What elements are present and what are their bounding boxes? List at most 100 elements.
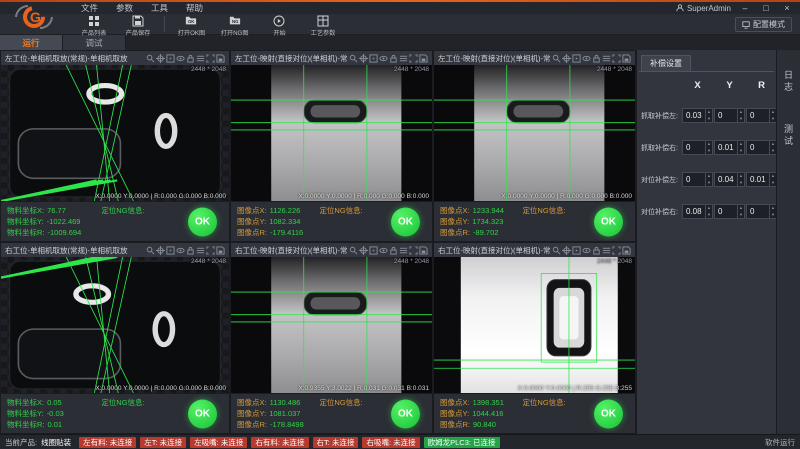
spinner-down-icon[interactable]: ▼ — [706, 148, 712, 155]
crosshair-icon[interactable] — [156, 246, 165, 255]
eye-icon[interactable] — [582, 54, 591, 63]
comp-input-row3-y[interactable]: 0▲▼ — [714, 204, 745, 219]
lock-icon[interactable] — [389, 246, 398, 255]
comp-input-row0-r[interactable]: 0▲▼ — [746, 108, 777, 123]
lock-icon[interactable] — [186, 54, 195, 63]
fit-icon[interactable] — [612, 246, 621, 255]
comp-input-row2-r[interactable]: 0.01▲▼ — [746, 172, 777, 187]
compensation-tab[interactable]: 补偿设置 — [641, 55, 691, 71]
spinner-value[interactable]: 0.01 — [747, 173, 769, 186]
spinner-down-icon[interactable]: ▼ — [738, 148, 744, 155]
save-icon[interactable] — [216, 54, 225, 63]
minimize-button[interactable]: – — [738, 3, 752, 14]
crosshair-icon[interactable] — [359, 246, 368, 255]
eye-icon[interactable] — [379, 54, 388, 63]
lock-icon[interactable] — [592, 54, 601, 63]
comp-input-row2-y[interactable]: 0.04▲▼ — [714, 172, 745, 187]
one-to-one-icon[interactable] — [369, 54, 378, 63]
spinner-down-icon[interactable]: ▼ — [706, 180, 712, 187]
list-icon[interactable] — [602, 54, 611, 63]
menu-item-2[interactable]: 工具 — [142, 2, 177, 14]
lock-icon[interactable] — [389, 54, 398, 63]
zoom-icon[interactable] — [146, 246, 155, 255]
save-icon[interactable] — [419, 246, 428, 255]
spinner-value[interactable]: 0.01 — [715, 141, 737, 154]
camera-image[interactable]: 2448 * 2048X:0.0000 Y:0.0000 | R:0.000 G… — [231, 65, 432, 201]
list-icon[interactable] — [196, 54, 205, 63]
spinner-down-icon[interactable]: ▼ — [706, 212, 712, 219]
menu-item-0[interactable]: 文件 — [72, 2, 107, 14]
spinner-value[interactable]: 0 — [747, 109, 769, 122]
side-tab-test[interactable]: 测试 — [782, 120, 795, 152]
comp-input-row2-x[interactable]: 0▲▼ — [682, 172, 713, 187]
save-icon[interactable] — [622, 246, 631, 255]
save-icon[interactable] — [622, 54, 631, 63]
comp-input-row0-y[interactable]: 0▲▼ — [714, 108, 745, 123]
comp-input-row3-r[interactable]: 0▲▼ — [746, 204, 777, 219]
crosshair-icon[interactable] — [156, 54, 165, 63]
crosshair-icon[interactable] — [359, 54, 368, 63]
crosshair-icon[interactable] — [562, 246, 571, 255]
one-to-one-icon[interactable] — [572, 246, 581, 255]
spinner-down-icon[interactable]: ▼ — [738, 212, 744, 219]
one-to-one-icon[interactable] — [572, 54, 581, 63]
toolbar-item-2[interactable]: OK打开OK图 — [169, 14, 213, 37]
toolbar-item-0[interactable]: 产品列表 — [72, 14, 116, 37]
zoom-icon[interactable] — [349, 246, 358, 255]
spinner-down-icon[interactable]: ▼ — [738, 116, 744, 123]
menu-item-1[interactable]: 参数 — [107, 2, 142, 14]
comp-input-row1-x[interactable]: 0▲▼ — [682, 140, 713, 155]
save-icon[interactable] — [216, 246, 225, 255]
eye-icon[interactable] — [176, 54, 185, 63]
eye-icon[interactable] — [379, 246, 388, 255]
list-icon[interactable] — [602, 246, 611, 255]
lock-icon[interactable] — [592, 246, 601, 255]
toolbar-item-3[interactable]: NG打开NG图 — [213, 14, 257, 37]
camera-image[interactable]: 2448 * 2048X:0.0000 Y:0.0000 | R:0.000 G… — [1, 65, 229, 201]
save-icon[interactable] — [419, 54, 428, 63]
spinner-value[interactable]: 0 — [683, 141, 705, 154]
lock-icon[interactable] — [186, 246, 195, 255]
comp-input-row3-x[interactable]: 0.08▲▼ — [682, 204, 713, 219]
tab-run[interactable]: 运行 — [0, 35, 63, 50]
spinner-value[interactable]: 0 — [747, 141, 769, 154]
zoom-icon[interactable] — [552, 54, 561, 63]
spinner-value[interactable]: 0 — [683, 173, 705, 186]
camera-image[interactable]: 2448 * 2048X:0.0000 Y:0.0000 | R:255 G:2… — [434, 257, 635, 393]
zoom-icon[interactable] — [349, 54, 358, 63]
maximize-button[interactable]: □ — [759, 3, 773, 14]
fit-icon[interactable] — [612, 54, 621, 63]
spinner-down-icon[interactable]: ▼ — [738, 180, 744, 187]
one-to-one-icon[interactable] — [166, 54, 175, 63]
spinner-value[interactable]: 0 — [715, 205, 737, 218]
toolbar-item-4[interactable]: 开始 — [257, 14, 301, 37]
fit-icon[interactable] — [409, 54, 418, 63]
list-icon[interactable] — [399, 246, 408, 255]
spinner-down-icon[interactable]: ▼ — [706, 116, 712, 123]
one-to-one-icon[interactable] — [369, 246, 378, 255]
fit-icon[interactable] — [409, 246, 418, 255]
menu-item-3[interactable]: 帮助 — [177, 2, 212, 14]
comp-input-row1-y[interactable]: 0.01▲▼ — [714, 140, 745, 155]
fit-icon[interactable] — [206, 54, 215, 63]
camera-image[interactable]: 2448 * 2048X:0.0000 Y:0.0000 | R:0.000 G… — [1, 257, 229, 393]
comp-input-row1-r[interactable]: 0▲▼ — [746, 140, 777, 155]
zoom-icon[interactable] — [552, 246, 561, 255]
camera-image[interactable]: 2448 * 2048X:0.0000 Y:0.0000 | R:0.000 G… — [434, 65, 635, 201]
comp-input-row0-x[interactable]: 0.03▲▼ — [682, 108, 713, 123]
spinner-value[interactable]: 0.08 — [683, 205, 705, 218]
spinner-value[interactable]: 0.04 — [715, 173, 737, 186]
toolbar-item-1[interactable]: 产品保存 — [116, 14, 160, 37]
list-icon[interactable] — [399, 54, 408, 63]
eye-icon[interactable] — [176, 246, 185, 255]
spinner-value[interactable]: 0 — [747, 205, 769, 218]
tab-debug[interactable]: 调试 — [63, 35, 126, 50]
user-badge[interactable]: SuperAdmin — [676, 4, 731, 13]
fit-icon[interactable] — [206, 246, 215, 255]
crosshair-icon[interactable] — [562, 54, 571, 63]
side-tab-log[interactable]: 日志 — [782, 66, 795, 98]
list-icon[interactable] — [196, 246, 205, 255]
camera-image[interactable]: 2448 * 2048X:0.9355 Y:3.0022 | R:0.031 G… — [231, 257, 432, 393]
spinner-value[interactable]: 0 — [715, 109, 737, 122]
one-to-one-icon[interactable] — [166, 246, 175, 255]
